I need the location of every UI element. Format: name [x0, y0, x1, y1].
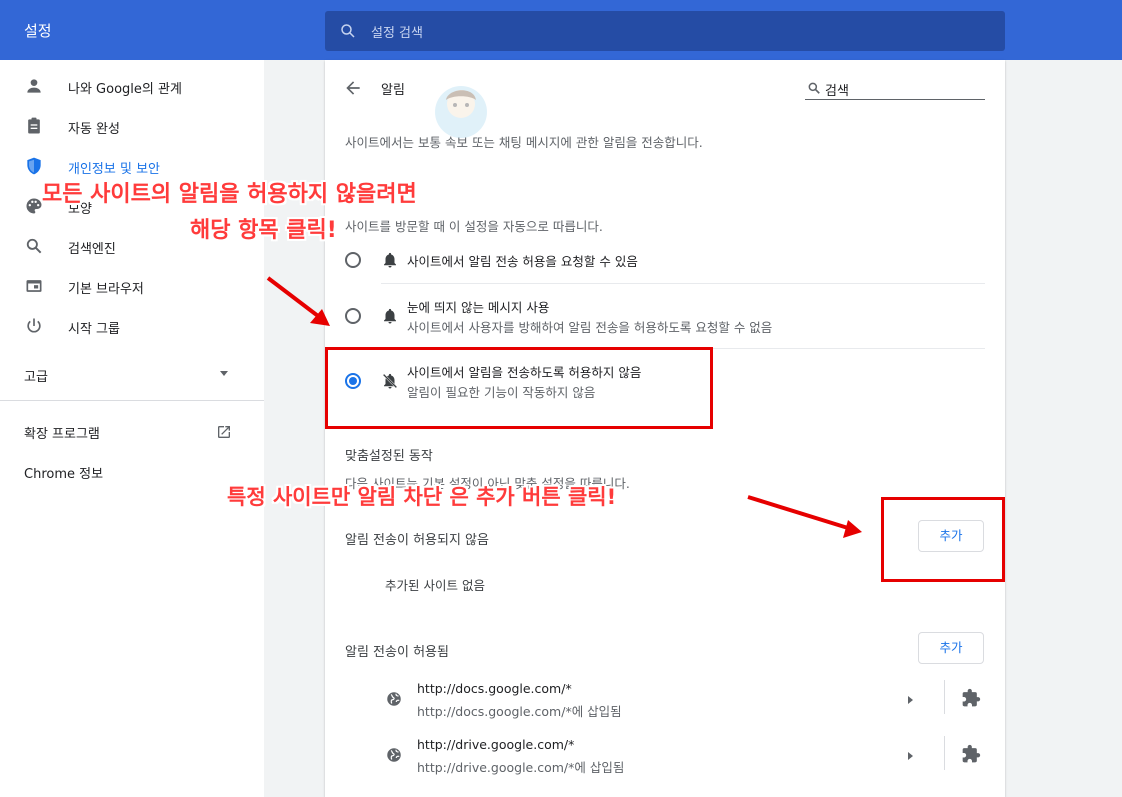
annotation-callout-add: 특정 사이트만 알림 차단 은 추가 버튼 클릭!	[227, 485, 617, 509]
blocked-sites-heading: 알림 전송이 허용되지 않음	[345, 533, 489, 548]
no-sites-message: 추가된 사이트 없음	[385, 578, 485, 593]
custom-behavior-heading: 맞춤설정된 동작	[345, 449, 433, 464]
default-behavior-description: 사이트를 방문할 때 이 설정을 자동으로 따릅니다.	[345, 219, 603, 234]
open-in-new-icon[interactable]	[216, 424, 232, 440]
annotation-callout-line1: 모든 사이트의 알림을 허용하지 않을려면	[42, 182, 417, 207]
caret-right-icon[interactable]	[905, 694, 915, 706]
subpage-search-field[interactable]: 검색	[805, 78, 985, 100]
sidebar-divider	[0, 400, 264, 401]
option-sublabel: 사이트에서 사용자를 방해하여 알림 전송을 허용하도록 요청할 수 없음	[407, 320, 773, 335]
caret-down-icon[interactable]	[218, 370, 230, 378]
allowed-site-row[interactable]: http://drive.google.com/* http://drive.g…	[325, 728, 1005, 784]
search-placeholder: 설정 검색	[371, 26, 423, 41]
app-title: 설정	[24, 22, 52, 40]
option-divider	[381, 283, 985, 284]
sidebar-item-label: 검색엔진	[68, 242, 116, 257]
sidebar-item-label: 시작 그룹	[68, 322, 120, 337]
sidebar-item-label: 개인정보 및 보안	[68, 162, 160, 177]
extension-puzzle-icon[interactable]	[961, 744, 981, 764]
watermark-logo	[435, 86, 487, 138]
globe-icon	[387, 692, 401, 706]
annotation-callout-line2: 해당 항목 클릭!	[190, 218, 337, 243]
option-label: 눈에 띄지 않는 메시지 사용	[407, 300, 550, 315]
sidebar: 나와 Google의 관계 자동 완성 개인정보 및 보안 모양 검색엔진 기본…	[0, 60, 264, 797]
option-quiet-messaging[interactable]: 눈에 띄지 않는 메시지 사용 사이트에서 사용자를 방해하여 알림 전송을 허…	[325, 288, 1005, 344]
clipboard-icon	[28, 117, 40, 134]
search-icon	[808, 82, 820, 94]
browser-icon	[26, 280, 42, 292]
sidebar-item-autofill[interactable]: 자동 완성	[0, 106, 264, 146]
radio-button[interactable]	[345, 308, 361, 324]
sidebar-item-label: 자동 완성	[68, 122, 120, 137]
bell-icon	[384, 308, 396, 324]
settings-search-box[interactable]: 설정 검색	[325, 11, 1005, 51]
add-allowed-site-button[interactable]: 추가	[918, 632, 984, 664]
row-separator	[944, 736, 945, 770]
radio-button[interactable]	[345, 252, 361, 268]
allowed-site-row[interactable]: http://docs.google.com/* http://docs.goo…	[325, 672, 1005, 728]
highlight-box-block-option	[325, 347, 713, 429]
sidebar-item-on-startup[interactable]: 시작 그룹	[0, 306, 264, 346]
site-url: http://drive.google.com/*	[417, 737, 575, 752]
caret-right-icon[interactable]	[905, 750, 915, 762]
back-arrow-icon[interactable]	[343, 78, 363, 98]
notifications-description: 사이트에서는 보통 속보 또는 채팅 메시지에 관한 알림을 전송합니다.	[345, 135, 703, 150]
subpage-search-value: 검색	[825, 84, 849, 99]
sidebar-item-label: 기본 브라우저	[68, 282, 144, 297]
extension-puzzle-icon[interactable]	[961, 688, 981, 708]
search-icon	[26, 238, 42, 254]
page-title: 알림	[381, 83, 405, 98]
option-ask-permission[interactable]: 사이트에서 알림 전송 허용을 요청할 수 있음	[325, 242, 1005, 278]
site-url: http://docs.google.com/*	[417, 681, 572, 696]
shield-icon	[27, 157, 41, 175]
site-embedded-label: http://docs.google.com/*에 삽입됨	[417, 704, 622, 719]
globe-icon	[387, 748, 401, 762]
allowed-sites-heading: 알림 전송이 허용됨	[345, 645, 449, 660]
site-embedded-label: http://drive.google.com/*에 삽입됨	[417, 760, 625, 775]
top-bar: 설정 설정 검색	[0, 0, 1122, 60]
person-icon	[27, 79, 41, 93]
extensions-link[interactable]: 확장 프로그램	[24, 423, 100, 442]
sidebar-item-label: 나와 Google의 관계	[68, 82, 182, 97]
highlight-box-add-button	[881, 497, 1005, 582]
row-separator	[944, 680, 945, 714]
sidebar-item-you-and-google[interactable]: 나와 Google의 관계	[0, 66, 264, 106]
advanced-toggle-label[interactable]: 고급	[24, 366, 48, 385]
palette-icon	[26, 198, 42, 214]
power-icon	[27, 318, 41, 333]
sidebar-item-default-browser[interactable]: 기본 브라우저	[0, 266, 264, 306]
search-icon	[341, 24, 355, 38]
about-chrome-link[interactable]: Chrome 정보	[24, 463, 103, 482]
bell-icon	[384, 252, 396, 268]
option-label: 사이트에서 알림 전송 허용을 요청할 수 있음	[407, 254, 638, 269]
